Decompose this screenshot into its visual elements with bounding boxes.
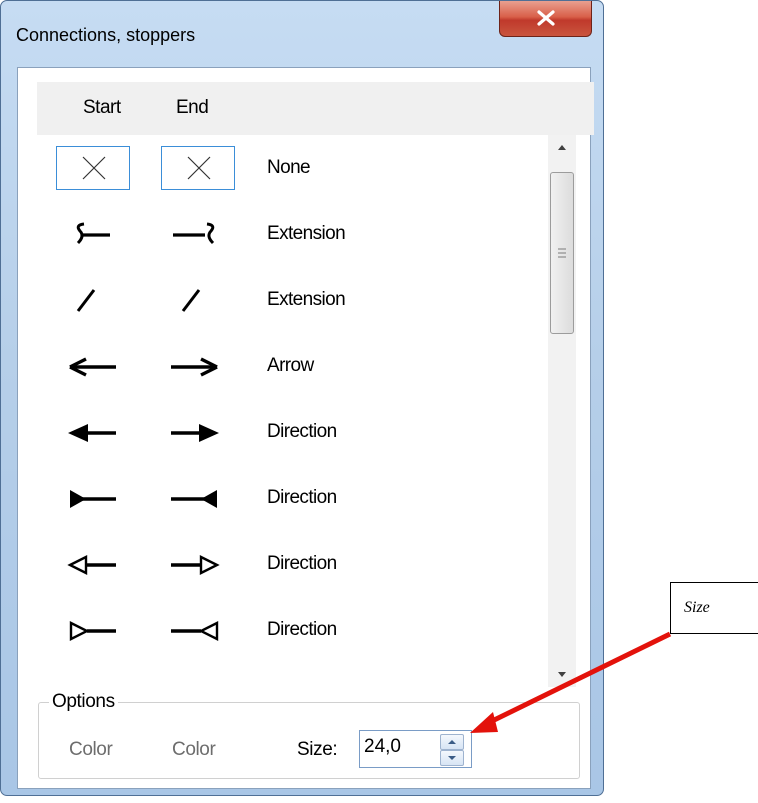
end-stopper-extension-slash[interactable]	[161, 278, 235, 322]
size-label: Size:	[297, 739, 338, 760]
hollow-arrow-left-icon	[67, 555, 116, 575]
scroll-up-button[interactable]	[548, 135, 576, 159]
header-end: End	[176, 97, 209, 118]
vertical-scrollbar[interactable]	[548, 135, 576, 687]
list-item[interactable]: Arrow	[37, 333, 549, 399]
filled-triangle-tail-left-icon	[70, 490, 116, 508]
dialog-window: Connections, stoppers Start End None Ext…	[0, 0, 604, 796]
size-increment-button[interactable]	[440, 734, 464, 750]
start-stopper-direction[interactable]	[56, 410, 130, 454]
size-input[interactable]	[364, 736, 434, 758]
stopper-label: Direction	[267, 421, 337, 442]
list-item[interactable]: Direction	[37, 597, 549, 663]
scroll-down-icon	[558, 672, 566, 677]
arrow-left-open-icon	[69, 357, 116, 377]
filled-arrow-right-icon	[171, 424, 219, 442]
start-stopper-partial[interactable]	[56, 674, 130, 690]
list-item[interactable]: None	[37, 135, 549, 201]
end-stopper-direction[interactable]	[161, 542, 235, 586]
end-stopper-none[interactable]	[161, 146, 235, 190]
start-stopper-extension[interactable]	[56, 212, 130, 256]
start-stopper-none[interactable]	[56, 146, 130, 190]
size-callout-box: Size	[670, 582, 758, 634]
slash-extension-icon	[181, 289, 201, 312]
end-stopper-arrow[interactable]	[161, 344, 235, 388]
close-icon	[537, 10, 555, 26]
scroll-up-icon	[558, 145, 566, 150]
hollow-triangle-tail-left-icon	[69, 621, 116, 641]
size-stepper[interactable]	[359, 730, 472, 768]
stopper-label: Direction	[267, 487, 337, 508]
filled-arrow-left-icon	[68, 424, 116, 442]
stopper-list: None Extension Extension Arrow Direction…	[37, 135, 549, 690]
header-start: Start	[83, 97, 121, 118]
x-none-icon	[82, 156, 106, 180]
callout-text: Size	[684, 599, 710, 616]
hollow-arrow-right-icon	[171, 555, 220, 575]
grip-icon	[558, 248, 566, 258]
start-stopper-direction[interactable]	[56, 542, 130, 586]
end-stopper-direction[interactable]	[161, 608, 235, 652]
start-stopper-extension-slash[interactable]	[56, 278, 130, 322]
list-item[interactable]: Direction	[37, 531, 549, 597]
scrollbar-thumb[interactable]	[550, 172, 574, 334]
start-stopper-direction[interactable]	[56, 476, 130, 520]
arrow-right-open-icon	[171, 357, 218, 377]
spin-up-icon	[448, 740, 456, 744]
hollow-triangle-tail-right-icon	[171, 621, 219, 641]
size-spin-buttons[interactable]	[440, 734, 464, 766]
end-stopper-direction[interactable]	[161, 476, 235, 520]
stopper-label: Direction	[267, 553, 337, 574]
start-stopper-direction[interactable]	[56, 608, 130, 652]
list-item[interactable]: Extension	[37, 201, 549, 267]
end-stopper-extension[interactable]	[161, 212, 235, 256]
options-group: Options Color Color Size:	[38, 691, 580, 779]
end-color-button[interactable]: Color	[172, 739, 216, 761]
window-title: Connections, stoppers	[16, 25, 196, 45]
options-legend: Options	[49, 691, 118, 713]
x-none-icon	[187, 156, 211, 180]
end-stopper-direction[interactable]	[161, 410, 235, 454]
stopper-label: Extension	[267, 223, 346, 244]
list-item[interactable]: Direction	[37, 399, 549, 465]
partial-stopper-icon	[161, 674, 235, 690]
stopper-label: Direction	[267, 619, 337, 640]
slash-extension-icon	[76, 289, 96, 312]
scroll-down-button[interactable]	[548, 663, 576, 687]
size-decrement-button[interactable]	[440, 750, 464, 766]
filled-triangle-tail-right-icon	[171, 490, 217, 508]
dialog-client-area: Start End None Extension Extension Arrow…	[17, 67, 594, 789]
spin-down-icon	[448, 756, 456, 760]
list-item[interactable]: Extension	[37, 267, 549, 333]
close-button[interactable]	[499, 1, 592, 37]
list-header: Start End	[37, 82, 594, 135]
hook-extension-start-icon	[76, 222, 110, 245]
end-stopper-partial[interactable]	[161, 674, 235, 690]
partial-stopper-icon	[56, 674, 130, 690]
stopper-label: None	[267, 157, 311, 178]
hook-extension-end-icon	[173, 222, 215, 245]
stopper-label: Extension	[267, 289, 346, 310]
start-color-button[interactable]: Color	[69, 739, 113, 761]
list-item[interactable]	[37, 663, 549, 690]
start-stopper-arrow[interactable]	[56, 344, 130, 388]
stopper-label: Arrow	[267, 355, 314, 376]
list-item[interactable]: Direction	[37, 465, 549, 531]
